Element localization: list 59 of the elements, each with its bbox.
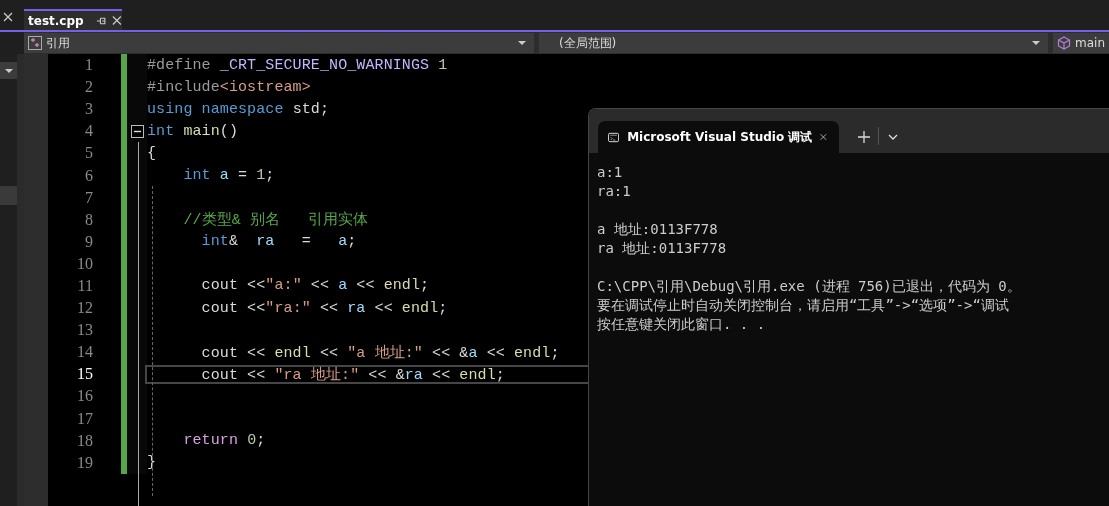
line-number: 4 [84, 122, 93, 141]
member-dropdown[interactable]: main [1053, 33, 1109, 53]
line-number: 18 [76, 431, 93, 450]
close-icon[interactable] [112, 15, 122, 26]
caret-icon [5, 68, 13, 73]
line-number: 14 [76, 343, 93, 362]
project-icon [28, 36, 42, 50]
pin-icon[interactable] [95, 15, 107, 26]
line-number: 9 [84, 232, 93, 251]
scope-dropdown[interactable]: (全局范围) [538, 33, 1048, 53]
collapse-icon[interactable] [130, 124, 144, 138]
console-output-line: a 地址:0113F778 [597, 220, 719, 239]
console-output-line: 按任意键关闭此窗口. . . [597, 315, 767, 334]
line-number: 11 [76, 277, 93, 295]
code-line: cout <<"a:" << a << endl; [200, 277, 430, 295]
line-number: 17 [76, 409, 93, 428]
code-line: #define _CRT_SECURE_NO_WARNINGS 1 [147, 56, 448, 74]
line-number: 19 [76, 453, 93, 472]
line-number: 2 [84, 78, 93, 97]
code-line: cout << "ra 地址:" << &ra << endl; [200, 365, 505, 384]
caret-icon [517, 41, 526, 45]
console-tab[interactable]: Microsoft Visual Studio 调试 [598, 121, 839, 153]
code-line: } [147, 454, 157, 472]
console-output-line: 要在调试停止时自动关闭控制台，请启用“工具”->“选项”->“调试 [597, 296, 1010, 315]
line-number: 5 [84, 144, 93, 163]
code-line: int main() [147, 122, 238, 140]
code-line: cout <<"ra:" << ra << endl; [200, 299, 448, 317]
code-line: //类型& 别名 引用实体 [182, 210, 368, 230]
chevron-down-icon[interactable] [888, 134, 898, 140]
document-tab[interactable]: test.cpp [24, 9, 122, 30]
line-number: 1 [84, 56, 93, 75]
code-line: #include<iostream> [147, 78, 311, 96]
console-output-line: ra 地址:0113F778 [597, 239, 728, 258]
console-output-line: C:\CPP\引用\Debug\引用.exe (进程 756)已退出，代码为 0。 [597, 277, 1022, 296]
line-number: 15 [76, 365, 93, 384]
console-output-line: ra:1 [597, 182, 632, 201]
line-number: 12 [76, 299, 93, 318]
project-dropdown[interactable]: 引用 [24, 33, 534, 53]
line-number: 16 [76, 387, 93, 406]
line-number: 10 [76, 254, 93, 273]
code-line: { [147, 144, 157, 162]
code-line: int& ra = a; [200, 233, 357, 251]
caret-icon [1032, 41, 1040, 45]
line-number: 7 [84, 188, 93, 207]
side-dropdown[interactable] [0, 62, 17, 79]
console-output-line: a:1 [597, 163, 624, 182]
code-line: cout << endl << "a 地址:" << &a << endl; [200, 343, 560, 362]
code-line: using namespace std; [147, 100, 330, 118]
line-number: 3 [84, 100, 93, 119]
code-line: return 0; [182, 432, 266, 450]
line-number: 13 [76, 321, 93, 340]
code-line: int a = 1; [182, 167, 275, 184]
cube-icon [1057, 36, 1071, 50]
tab-title: test.cpp [28, 13, 84, 28]
line-number: 8 [84, 210, 93, 229]
plus-icon[interactable] [858, 131, 870, 143]
close-icon[interactable] [820, 131, 827, 143]
close-icon[interactable] [3, 12, 13, 22]
line-number: 6 [84, 166, 93, 185]
